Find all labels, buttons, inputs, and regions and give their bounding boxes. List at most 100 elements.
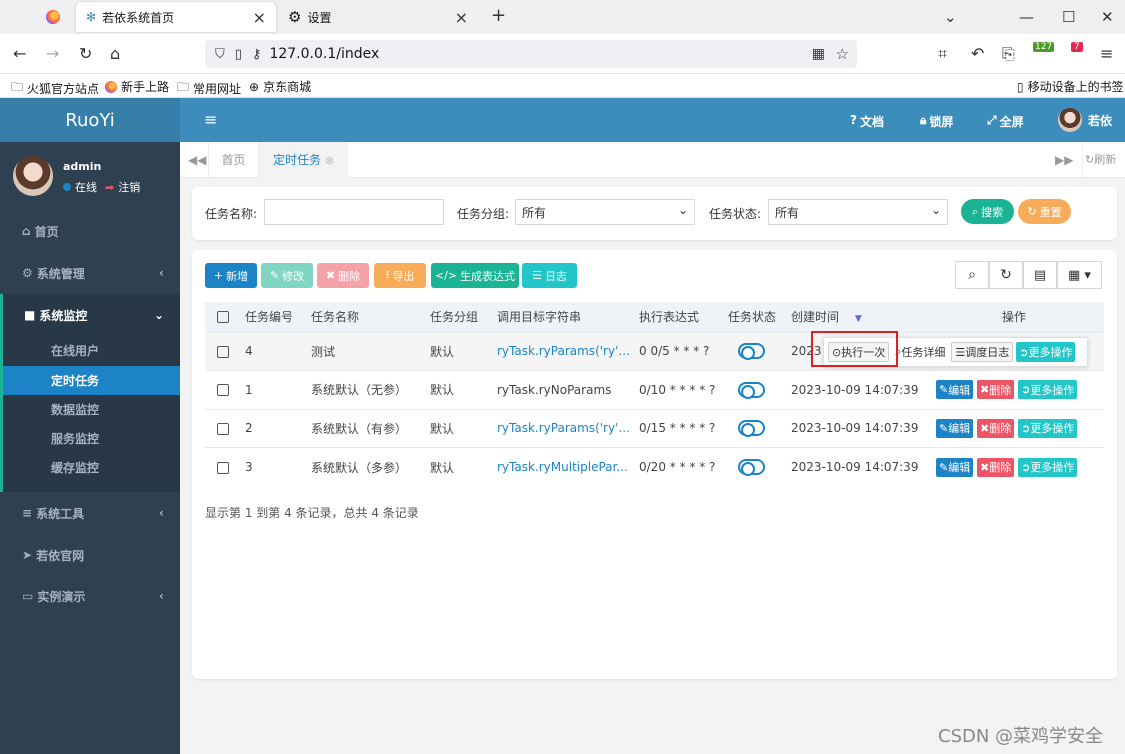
edit-button[interactable]: ✎ 修改 (261, 263, 313, 288)
table-toggle-view-button[interactable]: ▤ (1023, 261, 1057, 289)
close-tab-icon[interactable]: ⊗ (325, 154, 334, 167)
docs-link[interactable]: ? 文档 (850, 113, 884, 130)
back-icon[interactable]: ← (13, 44, 26, 63)
status-toggle[interactable] (738, 420, 765, 438)
task-status-select[interactable]: 所有 ⌄ (768, 199, 948, 225)
sidebar-subitem-online-users[interactable]: 在线用户 (0, 336, 180, 365)
table-refresh-button[interactable]: ↻ (989, 261, 1023, 289)
table-columns-button[interactable]: ▦ ▾ (1057, 261, 1102, 289)
browser-tab-settings[interactable]: ⚙ 设置 × (286, 2, 486, 32)
sidebar-item-website[interactable]: ➤ 若依官网 (0, 546, 180, 564)
row-edit-button[interactable]: ✎ 编辑 (936, 418, 974, 438)
sidebar-item-tools[interactable]: ≡ 系统工具 ‹ (0, 504, 180, 522)
row-more-button[interactable]: ➲ 更多操作 (1016, 342, 1076, 362)
topbar-user[interactable]: 若依 (1058, 108, 1112, 132)
row-checkbox[interactable] (217, 461, 229, 474)
row-checkbox[interactable] (217, 345, 229, 358)
bookmark-item[interactable]: 新手上路 (105, 78, 169, 95)
sidebar-item-home[interactable]: ⌂ 首页 (0, 222, 180, 240)
fullscreen-link[interactable]: ⤢ 全屏 (987, 113, 1024, 130)
row-delete-button[interactable]: ✖ 删除 (977, 418, 1015, 438)
row-delete-button[interactable]: ✖ 删除 (977, 380, 1015, 400)
table-row[interactable]: 3 系统默认（多参） 默认 ryTask.ryMultiplePar... 0/… (205, 447, 1104, 486)
row-delete-button[interactable]: ✖ 删除 (977, 457, 1015, 477)
minimize-icon[interactable]: — (1019, 8, 1034, 26)
task-name-input[interactable] (264, 199, 444, 225)
close-window-icon[interactable]: ✕ (1101, 8, 1114, 26)
status-toggle[interactable] (738, 343, 765, 361)
row-checkbox[interactable] (217, 422, 229, 435)
sidebar-item-system[interactable]: ⚙ 系统管理 ‹ (0, 264, 180, 282)
export-button[interactable]: ⭳ 导出 (374, 263, 426, 288)
sidebar-item-monitor[interactable]: ■ 系统监控 ⌄ (0, 306, 180, 324)
app-logo[interactable]: RuoYi (0, 98, 180, 142)
bookmark-item[interactable]: ⊕ 京东商城 (249, 78, 311, 95)
sidebar-subitem-server-monitor[interactable]: 服务监控 (0, 424, 180, 453)
col-header-id[interactable]: 任务编号 (245, 302, 311, 332)
col-header-group[interactable]: 任务分组 (430, 302, 497, 332)
task-group-select[interactable]: 所有 ⌄ (515, 199, 695, 225)
sidebar-subitem-scheduled-tasks[interactable]: 定时任务 (3, 366, 180, 395)
status-toggle[interactable] (738, 459, 765, 476)
schedule-log-button[interactable]: ☰ 调度日志 (951, 342, 1014, 362)
row-edit-button[interactable]: ✎ 编辑 (936, 457, 974, 477)
menu-icon[interactable]: ≡ (1100, 44, 1113, 63)
undo-icon[interactable]: ↶ (971, 44, 984, 63)
bookmark-star-icon[interactable]: ☆ (836, 45, 849, 63)
table-search-button[interactable]: ⌕ (955, 261, 989, 289)
log-button[interactable]: ☰ 日志 (522, 263, 577, 288)
sidebar-subitem-cache-monitor[interactable]: 缓存监控 (0, 453, 180, 482)
select-all-checkbox[interactable] (217, 311, 229, 324)
close-tab-icon[interactable]: × (455, 8, 468, 27)
extensions-icon[interactable]: ⎘ (1002, 44, 1015, 64)
cell-target-link[interactable]: ryTask.ryParams('ry'... (497, 408, 639, 448)
page-tab-current[interactable]: 定时任务 ⊗ (258, 142, 348, 178)
col-header-name[interactable]: 任务名称 (311, 302, 430, 332)
row-more-button[interactable]: ➲ 更多操作 (1018, 380, 1078, 400)
col-header-status[interactable]: 任务状态 (728, 302, 791, 332)
search-button[interactable]: ⌕ 搜索 (961, 199, 1014, 224)
close-tab-icon[interactable]: × (253, 8, 266, 27)
forward-icon[interactable]: → (46, 44, 59, 63)
page-tab-home[interactable]: 首页 (208, 142, 258, 178)
home-icon[interactable]: ⌂ (110, 44, 120, 63)
cell-target-link[interactable]: ryTask.ryParams('ry'... (497, 331, 639, 371)
sidebar-subitem-data-monitor[interactable]: 数据监控 (0, 395, 180, 424)
table-row[interactable]: 1 系统默认（无参） 默认 ryTask.ryNoParams 0/10 * *… (205, 370, 1104, 409)
lock-screen-link[interactable]: 🔒︎ 锁屏 (920, 113, 953, 130)
tabs-scroll-right-icon[interactable]: ▶▶ (1055, 153, 1073, 167)
col-header-target[interactable]: 调用目标字符串 (497, 302, 639, 332)
avatar[interactable] (13, 156, 53, 196)
hamburger-menu-icon[interactable]: ≡ (204, 110, 217, 129)
new-tab-icon[interactable]: + (491, 5, 506, 26)
tabs-scroll-left-icon[interactable]: ◀◀ (188, 153, 206, 167)
bookmark-item[interactable]: 🗀 常用网址 (177, 78, 241, 99)
cron-button[interactable]: </> 生成表达式 (431, 263, 519, 288)
task-detail-button[interactable]: ⌕ 任务详细 (892, 342, 948, 362)
browser-tab-home[interactable]: ✻ 若依系统首页 × (76, 2, 276, 32)
add-button[interactable]: + 新增 (205, 263, 257, 288)
col-header-created[interactable]: 创建时间 ▼ (791, 302, 924, 332)
refresh-tab-button[interactable]: ↻刷新 (1082, 142, 1125, 178)
logout-link[interactable]: 注销 (118, 179, 140, 195)
url-bar[interactable]: ⛉ ▯ ⚷ 127.0.0.1/index ▦ ☆ (205, 40, 857, 68)
qr-icon[interactable]: ▦ (812, 46, 825, 62)
status-toggle[interactable] (738, 381, 765, 399)
table-row[interactable]: 2 系统默认（有参） 默认 ryTask.ryParams('ry'... 0/… (205, 408, 1104, 448)
extension-badge-icon[interactable]: 7 (1071, 42, 1083, 52)
delete-button[interactable]: ✖ 删除 (317, 263, 369, 288)
row-edit-button[interactable]: ✎ 编辑 (936, 380, 974, 400)
cell-target-link[interactable]: ryTask.ryMultiplePar... (497, 447, 639, 486)
bookmark-item[interactable]: 🗀 火狐官方站点 (11, 78, 99, 99)
extension-badge-icon[interactable]: 127 (1033, 42, 1055, 52)
list-tabs-icon[interactable]: ⌄ (944, 8, 957, 26)
reset-button[interactable]: ↻ 重置 (1018, 199, 1071, 224)
mobile-bookmarks[interactable]: ▯ 移动设备上的书签 (1017, 78, 1124, 95)
row-checkbox[interactable] (217, 384, 229, 397)
reload-icon[interactable]: ↻ (79, 44, 92, 63)
col-header-cron[interactable]: 执行表达式 (639, 302, 728, 332)
row-more-button[interactable]: ➲ 更多操作 (1018, 457, 1078, 477)
row-more-button[interactable]: ➲ 更多操作 (1018, 418, 1078, 438)
sidebar-item-demo[interactable]: ▭ 实例演示 ‹ (0, 587, 180, 605)
maximize-icon[interactable]: ☐ (1062, 8, 1075, 26)
